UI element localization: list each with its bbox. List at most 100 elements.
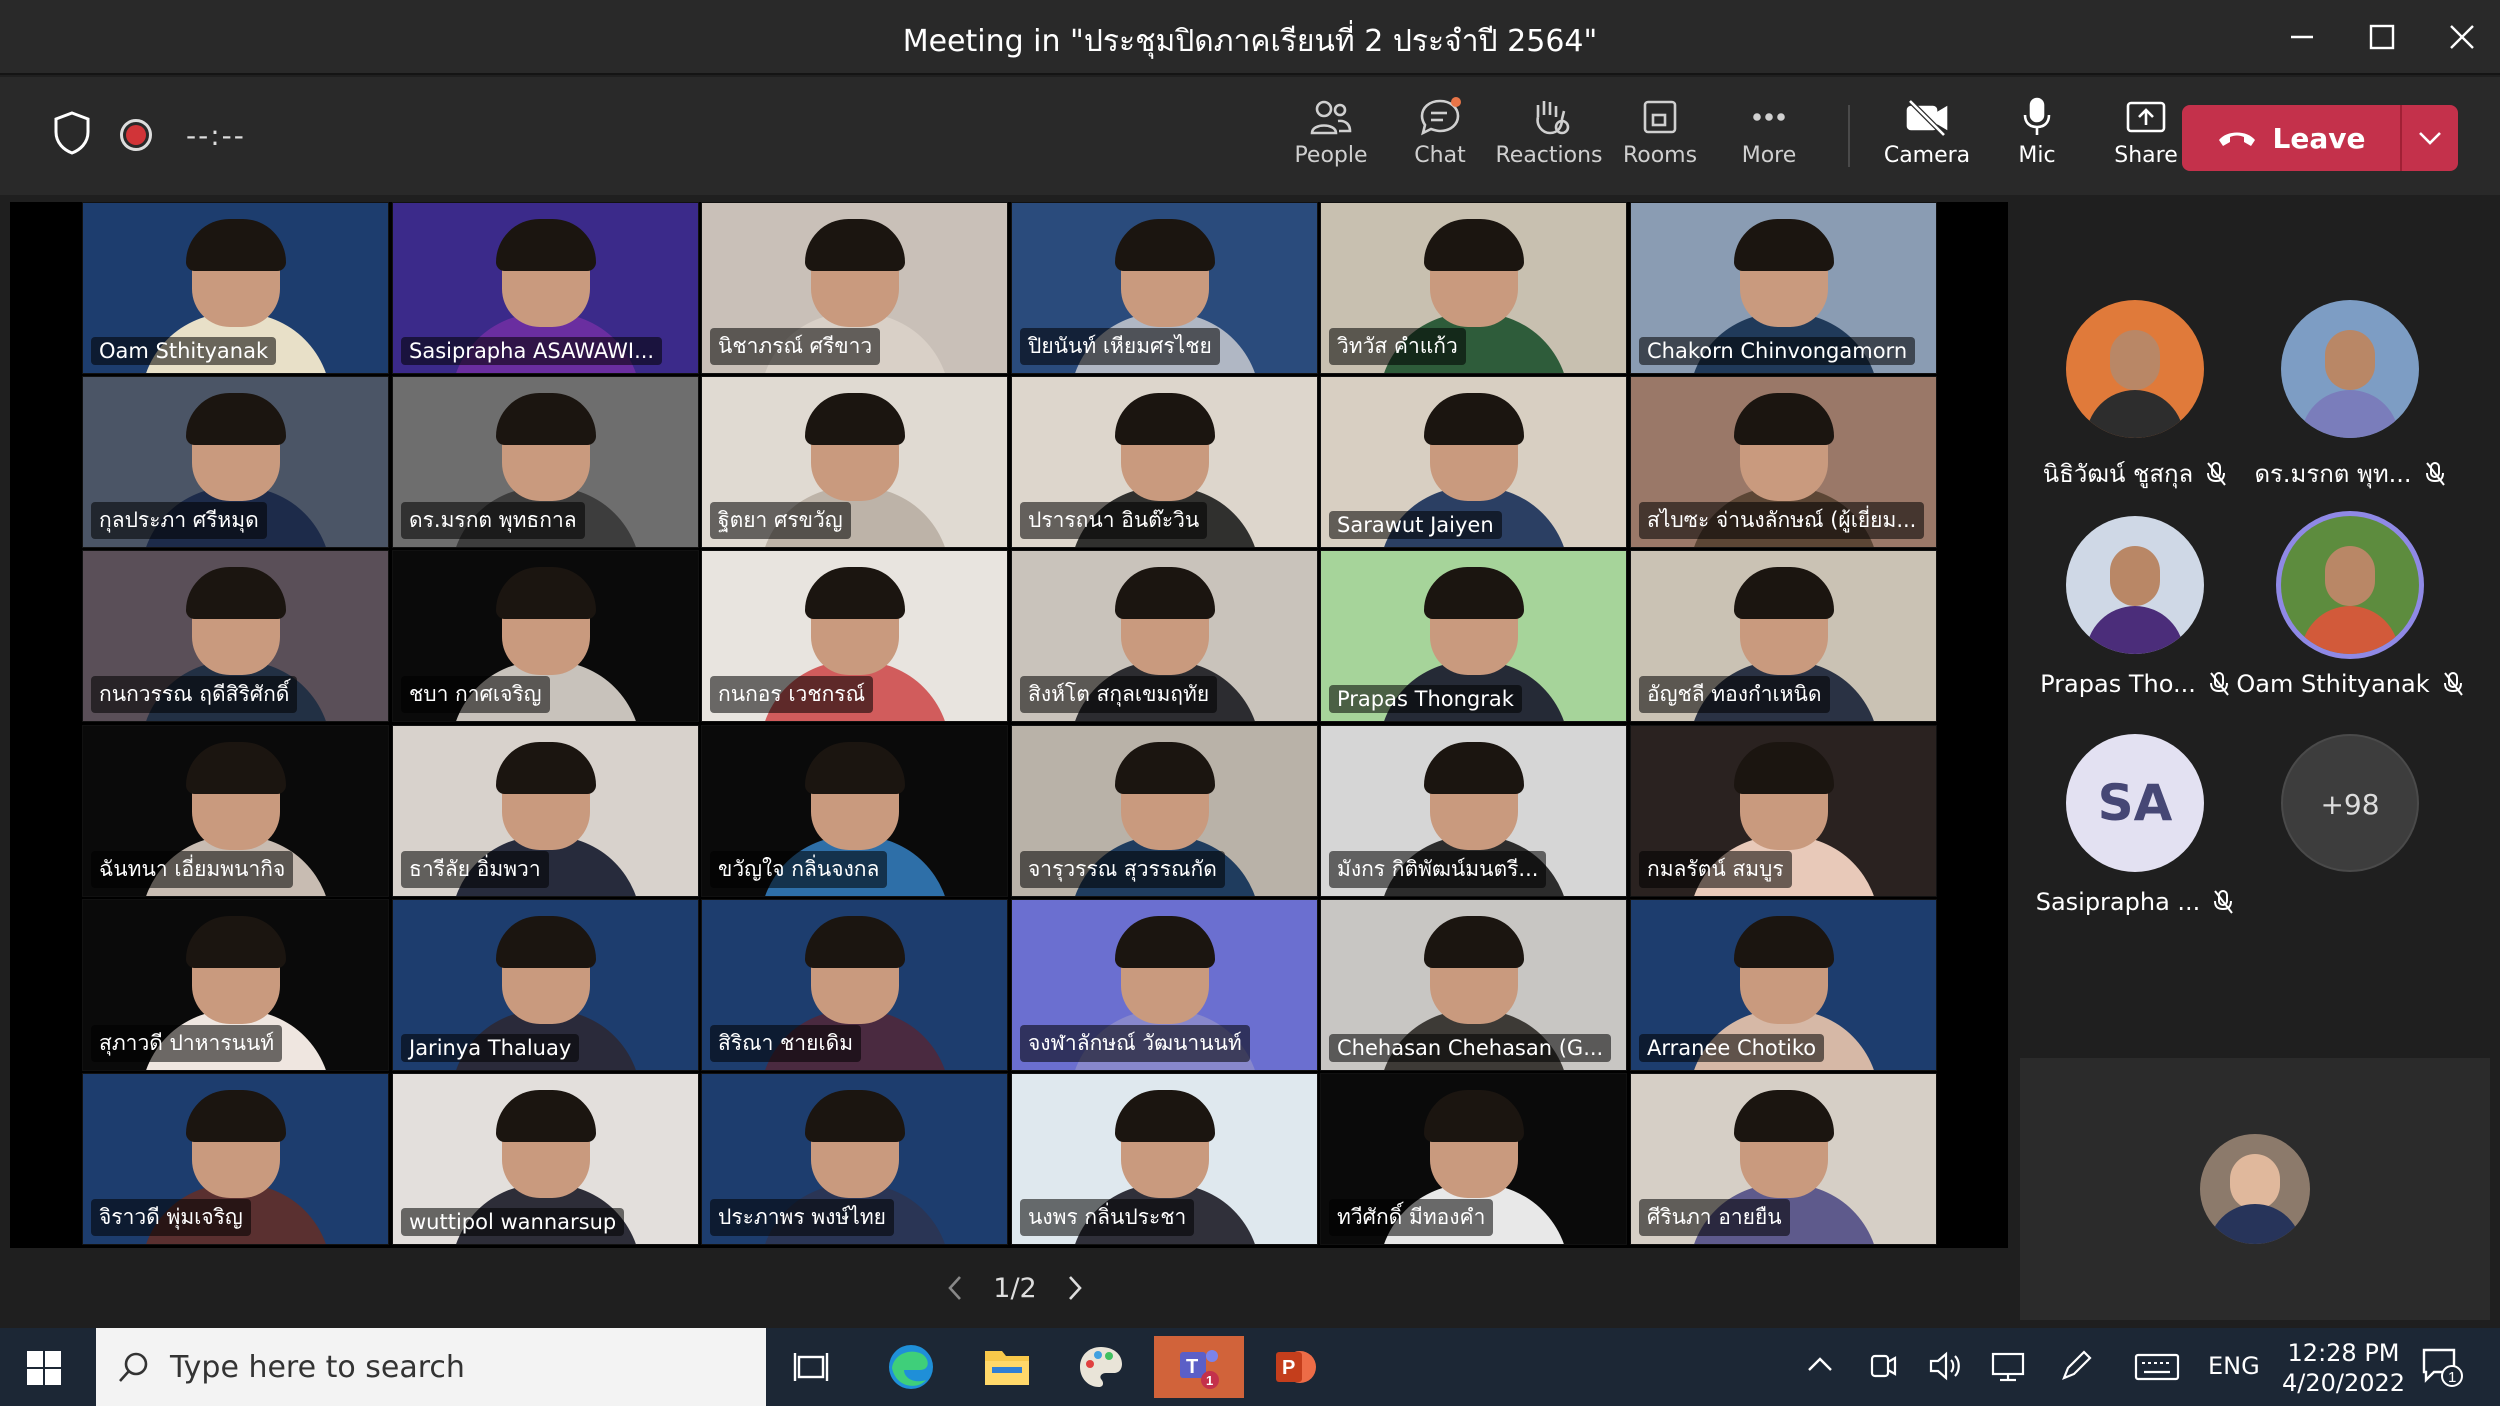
participant-tile[interactable]: สิริณา ชายเดิม <box>701 899 1008 1071</box>
people-button[interactable]: People <box>1276 93 1386 183</box>
participant-tile[interactable]: จารุวรรณ สุวรรณกัด <box>1011 725 1318 897</box>
participant-avatar: SA <box>2066 734 2204 872</box>
hang-up-icon <box>2218 132 2255 146</box>
participant-tile[interactable]: นงพร กลิ่นประชา <box>1011 1073 1318 1245</box>
leave-options-button[interactable] <box>2402 131 2458 145</box>
taskbar-search-box[interactable]: Type here to search <box>96 1328 766 1406</box>
avatar-face <box>2325 546 2375 606</box>
participant-name-label: สุภาวดี ปาหารนนท์ <box>91 1025 283 1062</box>
participant-tile[interactable]: กนกอร เวชกรณ์ <box>701 550 1008 722</box>
participant-name-label: ปิยนันท์ เหียมศรไชย <box>1020 328 1220 365</box>
participant-tile[interactable]: ดร.มรกต พุทธกาล <box>392 376 699 548</box>
participant-tile[interactable]: Arranee Chotiko <box>1630 899 1937 1071</box>
participant-tile[interactable]: อัญชลี ทองกำเหนิด <box>1630 550 1937 722</box>
participant-tile[interactable]: ปรารถนา อินต๊ะวิน <box>1011 376 1318 548</box>
participant-avatar <box>2066 300 2204 438</box>
participant-tile[interactable]: Chakorn Chinvongamorn <box>1630 202 1937 374</box>
participant-tile[interactable]: ชบา กาศเจริญ <box>392 550 699 722</box>
meet-now-icon[interactable] <box>1868 1348 1898 1384</box>
chat-button[interactable]: Chat <box>1385 93 1495 183</box>
roster-participant[interactable]: นิธิวัฒน์ ชูสกุล <box>2020 300 2250 500</box>
roster-participant[interactable]: ดร.มรกต พุท... <box>2235 300 2465 500</box>
self-view[interactable] <box>2020 1058 2490 1320</box>
paint-app-button[interactable] <box>1056 1336 1146 1398</box>
speaker-icon[interactable] <box>1928 1350 1964 1382</box>
network-icon[interactable] <box>1990 1350 2026 1382</box>
edge-icon <box>889 1345 933 1389</box>
participant-tile[interactable]: ฐิตยา ศรขวัญ <box>701 376 1008 548</box>
participant-tile[interactable]: Sasiprapha ASAWAWI... <box>392 202 699 374</box>
participant-tile[interactable]: ปิยนันท์ เหียมศรไชย <box>1011 202 1318 374</box>
chevron-left-icon[interactable] <box>945 1274 965 1302</box>
participant-tile[interactable]: สิงห์โต สกุลเขมฤทัย <box>1011 550 1318 722</box>
participant-tile[interactable]: Jarinya Thaluay <box>392 899 699 1071</box>
chevron-right-icon[interactable] <box>1065 1274 1085 1302</box>
chevron-up-icon[interactable] <box>1806 1354 1834 1374</box>
shield-icon[interactable] <box>52 110 92 156</box>
minimize-button[interactable] <box>2274 12 2330 62</box>
participant-tile[interactable]: กุลประภา ศรีหมุด <box>82 376 389 548</box>
participant-tile[interactable]: Oam Sthityanak <box>82 202 389 374</box>
language-indicator[interactable]: ENG <box>2208 1352 2260 1380</box>
roster-participant[interactable]: Oam Sthityanak <box>2235 516 2465 716</box>
participant-name-label: กนกอร เวชกรณ์ <box>710 676 874 713</box>
roster-participant[interactable]: Prapas Tho... <box>2020 516 2250 716</box>
mic-muted-icon <box>2443 672 2463 696</box>
participant-name-label: Oam Sthityanak <box>91 337 277 365</box>
participant-tile[interactable]: Chehasan Chehasan (G... <box>1320 899 1627 1071</box>
mic-label: Mic <box>2018 143 2056 168</box>
roster-name: Sasiprapha ... <box>2035 888 2201 916</box>
participant-tile[interactable]: จิราวดี พุ่มเจริญ <box>82 1073 389 1245</box>
keyboard-icon[interactable] <box>2134 1352 2180 1382</box>
camera-off-icon <box>1906 99 1948 137</box>
participant-video-hair <box>1114 742 1215 794</box>
more-participants-button[interactable]: +98 <box>2235 734 2465 934</box>
edge-browser-button[interactable] <box>866 1336 956 1398</box>
participant-name-label: จารุวรรณ สุวรรณกัด <box>1020 851 1225 888</box>
windows-start-icon[interactable] <box>24 1348 64 1388</box>
participant-tile[interactable]: ทวีศักดิ์ มีทองคำ <box>1320 1073 1627 1245</box>
participant-tile[interactable]: Prapas Thongrak <box>1320 550 1627 722</box>
participant-tile[interactable]: สไบซะ จ่านงลักษณ์ (ผู้เยี่ยม... <box>1630 376 1937 548</box>
clock-date: 4/20/2022 <box>2282 1369 2406 1397</box>
participant-tile[interactable]: ขวัญใจ กลิ่นจงกล <box>701 725 1008 897</box>
participant-tile[interactable]: ฉันทนา เอี่ยมพนากิจ <box>82 725 389 897</box>
taskbar-clock[interactable]: 12:28 PM 4/20/2022 <box>2282 1338 2405 1398</box>
chevron-down-icon <box>2419 132 2441 145</box>
close-window-button[interactable] <box>2434 12 2490 62</box>
roster-name-row: นิธิวัฒน์ ชูสกุล <box>2020 454 2250 493</box>
share-screen-icon <box>2126 101 2166 133</box>
leave-button[interactable]: Leave <box>2182 105 2400 171</box>
participant-tile[interactable]: wuttipol wannarsup <box>392 1073 699 1245</box>
camera-button[interactable]: Camera <box>1872 93 1982 183</box>
task-view-button[interactable] <box>766 1336 856 1398</box>
more-button[interactable]: More <box>1714 93 1824 183</box>
participant-name-label: ฐิตยา ศรขวัญ <box>710 502 851 539</box>
participant-tile[interactable]: ธารีลัย อิ่มพวา <box>392 725 699 897</box>
participant-tile[interactable]: Sarawut Jaiyen <box>1320 376 1627 548</box>
participant-tile[interactable]: มังกร กิติพัฒน์มนตรี... <box>1320 725 1627 897</box>
participant-video-hair <box>804 393 905 445</box>
participant-tile[interactable]: วิทวัส คำแก้ว <box>1320 202 1627 374</box>
rooms-button[interactable]: Rooms <box>1605 93 1715 183</box>
pen-icon[interactable] <box>2058 1348 2094 1384</box>
participant-tile[interactable]: นิชาภรณ์ ศรีขาว <box>701 202 1008 374</box>
participant-tile[interactable]: กมลรัตน์ สมบูร <box>1630 725 1937 897</box>
participant-name-label: Sasiprapha ASAWAWI... <box>401 337 663 365</box>
teams-button[interactable]: T 1 <box>1154 1336 1244 1398</box>
participant-tile[interactable]: ประภาพร พงษ์ไทย <box>701 1073 1008 1245</box>
powerpoint-button[interactable]: P <box>1250 1336 1340 1398</box>
participant-tile[interactable]: กนกวรรณ ฤดีสิริศักดิ์ <box>82 550 389 722</box>
participant-video-hair <box>1733 219 1834 271</box>
roster-participant[interactable]: SA Sasiprapha ... <box>2020 734 2250 934</box>
participant-video-hair <box>495 1090 596 1142</box>
reactions-button[interactable]: Reactions <box>1494 93 1604 183</box>
maximize-button[interactable] <box>2354 12 2410 62</box>
file-explorer-button[interactable] <box>962 1336 1052 1398</box>
notification-center-icon[interactable]: 1 <box>2418 1342 2464 1388</box>
participant-name-label: อัญชลี ทองกำเหนิด <box>1639 676 1830 713</box>
participant-tile[interactable]: ศีรินภา อายยืน <box>1630 1073 1937 1245</box>
participant-tile[interactable]: สุภาวดี ปาหารนนท์ <box>82 899 389 1071</box>
mic-button[interactable]: Mic <box>1982 93 2092 183</box>
participant-tile[interactable]: จงฬาลักษณ์ วัฒนานนท์ <box>1011 899 1318 1071</box>
